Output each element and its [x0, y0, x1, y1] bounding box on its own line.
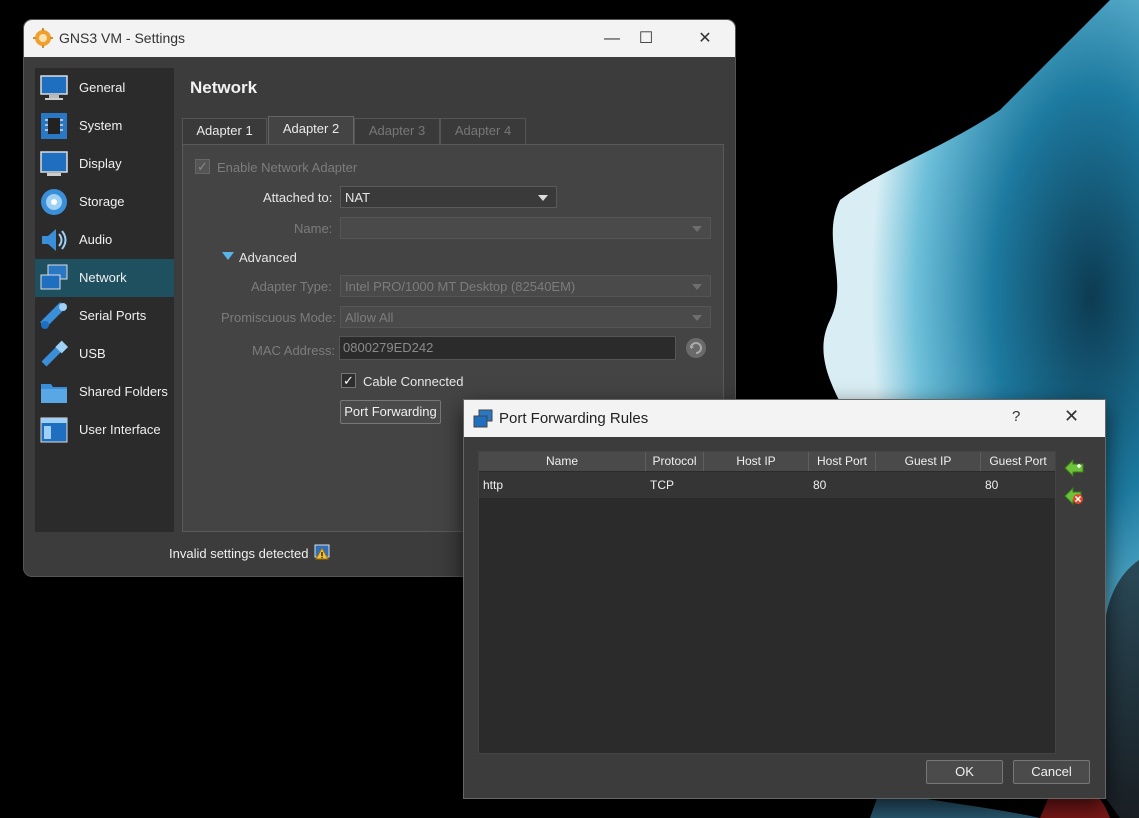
tab-adapter-3: Adapter 3: [354, 118, 440, 144]
folder-icon: [41, 384, 67, 403]
sidebar-item-label: USB: [79, 346, 106, 361]
close-button[interactable]: ✕: [682, 26, 728, 52]
column-protocol[interactable]: Protocol: [646, 452, 704, 471]
mac-address-label: MAC Address:: [252, 343, 336, 358]
settings-sidebar: General System Display Storage Audio Net…: [35, 68, 174, 532]
cable-connected-label: Cable Connected: [363, 374, 464, 389]
cell-protocol[interactable]: TCP: [646, 472, 704, 498]
tab-adapter-1[interactable]: Adapter 1: [182, 118, 267, 144]
sidebar-item-label: Storage: [79, 194, 125, 209]
tab-adapter-4: Adapter 4: [440, 118, 526, 144]
table-header: Name Protocol Host IP Host Port Guest IP…: [479, 452, 1055, 471]
sidebar-item-label: System: [79, 118, 123, 133]
sidebar-item-serial-ports[interactable]: Serial Ports: [35, 297, 174, 335]
dialog-titlebar[interactable]: Port Forwarding Rules ? ✕: [464, 400, 1105, 437]
promiscuous-mode-label: Promiscuous Mode:: [221, 310, 336, 325]
enable-adapter-label: Enable Network Adapter: [217, 160, 358, 175]
sidebar-item-system[interactable]: System: [35, 107, 174, 145]
mac-address-field: 0800279ED242: [339, 336, 676, 360]
sidebar-item-label: Display: [79, 156, 122, 171]
sidebar-item-network[interactable]: Network: [35, 259, 174, 297]
attached-to-select[interactable]: NAT: [340, 186, 557, 208]
adapter-type-select: Intel PRO/1000 MT Desktop (82540EM): [340, 275, 711, 297]
port-forwarding-button[interactable]: Port Forwarding: [340, 400, 441, 424]
display-icon: [40, 151, 68, 176]
status-message: Invalid settings detected: [169, 546, 309, 561]
chevron-down-icon: [692, 315, 702, 321]
chip-icon: [41, 113, 67, 139]
cable-connected-checkbox[interactable]: ✓: [341, 373, 356, 388]
cell-host-ip[interactable]: [704, 472, 809, 498]
speaker-icon: [42, 229, 67, 251]
sidebar-item-label: Serial Ports: [79, 308, 147, 323]
chevron-down-icon: [692, 284, 702, 290]
column-host-ip[interactable]: Host IP: [704, 452, 809, 471]
page-title: Network: [190, 78, 258, 97]
warning-icon[interactable]: [314, 544, 330, 560]
triangle-down-icon[interactable]: [222, 252, 234, 262]
ok-button[interactable]: OK: [926, 760, 1003, 784]
sidebar-item-usb[interactable]: USB: [35, 335, 174, 373]
sidebar-item-label: General: [79, 80, 126, 95]
refresh-icon: [686, 338, 706, 358]
remove-rule-icon[interactable]: [1063, 485, 1085, 507]
sidebar-item-display[interactable]: Display: [35, 145, 174, 183]
sidebar-item-shared-folders[interactable]: Shared Folders: [35, 373, 174, 411]
add-rule-icon[interactable]: [1063, 457, 1085, 479]
chevron-down-icon: [538, 195, 548, 201]
name-select: [340, 217, 711, 239]
cell-name[interactable]: http: [479, 472, 646, 498]
adapter-type-label: Adapter Type:: [251, 279, 332, 294]
tab-adapter-2[interactable]: Adapter 2: [268, 116, 354, 145]
dialog-title: Port Forwarding Rules: [499, 410, 649, 427]
maximize-button[interactable]: ☐: [623, 26, 669, 52]
name-label: Name:: [294, 221, 333, 236]
help-button[interactable]: ?: [1012, 408, 1020, 425]
monitor-icon: [40, 75, 68, 100]
column-guest-ip[interactable]: Guest IP: [876, 452, 981, 471]
rules-table: Name Protocol Host IP Host Port Guest IP…: [478, 451, 1056, 754]
serial-port-icon: [40, 302, 67, 329]
dialog-close-button[interactable]: ✕: [1064, 406, 1079, 427]
window-title: GNS3 VM - Settings: [59, 30, 186, 46]
sidebar-item-label: Audio: [79, 232, 113, 247]
sidebar-item-label: Shared Folders: [79, 384, 168, 399]
column-host-port[interactable]: Host Port: [809, 452, 876, 471]
sidebar-item-label: User Interface: [79, 422, 161, 437]
table-row[interactable]: http TCP 80 80: [479, 472, 1055, 498]
port-forwarding-dialog: Port Forwarding Rules ? ✕ Name Protocol …: [464, 400, 1105, 798]
network-icon: [40, 264, 68, 290]
sidebar-item-label: Network: [79, 270, 127, 285]
settings-titlebar[interactable]: GNS3 VM - Settings — ☐ ✕: [24, 20, 735, 57]
network-icon: [473, 409, 493, 428]
column-name[interactable]: Name: [479, 452, 646, 471]
virtualbox-gear-icon: [33, 28, 53, 48]
cell-host-port[interactable]: 80: [809, 472, 876, 498]
attached-to-label: Attached to:: [263, 190, 333, 205]
advanced-toggle[interactable]: Advanced: [239, 250, 297, 265]
sidebar-item-user-interface[interactable]: User Interface: [35, 411, 174, 449]
sidebar-item-general[interactable]: General: [35, 69, 174, 107]
disc-icon: [41, 189, 67, 215]
sidebar-item-storage[interactable]: Storage: [35, 183, 174, 221]
window-icon: [40, 417, 68, 443]
chevron-down-icon: [692, 226, 702, 232]
sidebar-item-audio[interactable]: Audio: [35, 221, 174, 259]
usb-icon: [41, 340, 69, 367]
enable-adapter-checkbox: ✓: [195, 159, 210, 174]
promiscuous-mode-select: Allow All: [340, 306, 711, 328]
column-guest-port[interactable]: Guest Port: [981, 452, 1055, 471]
cell-guest-port[interactable]: 80: [981, 472, 1055, 498]
cancel-button[interactable]: Cancel: [1013, 760, 1090, 784]
cell-guest-ip[interactable]: [876, 472, 981, 498]
